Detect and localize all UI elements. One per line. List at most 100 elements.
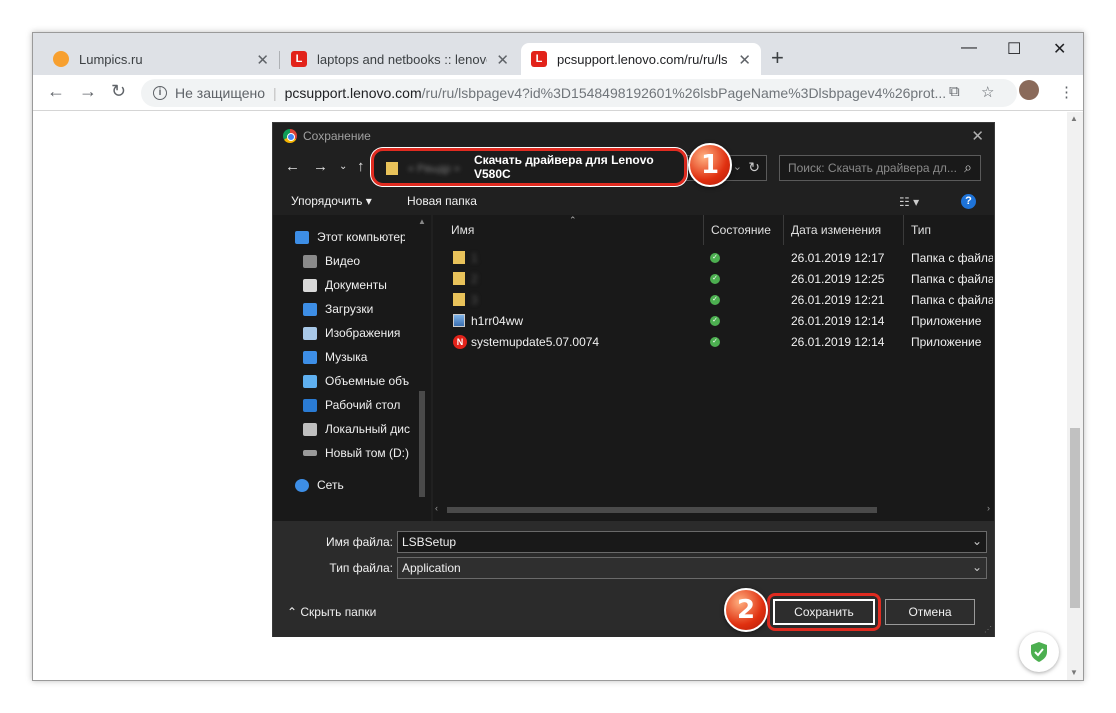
nav-scrollbar-thumb[interactable]: [419, 391, 425, 497]
up-arrow-icon[interactable]: ↑: [357, 158, 365, 175]
nav-item-video[interactable]: Видео: [303, 251, 413, 271]
column-divider[interactable]: [703, 215, 704, 245]
folder-icon: [386, 162, 398, 175]
nav-item-downloads[interactable]: Загрузки: [303, 299, 413, 319]
column-divider[interactable]: [903, 215, 904, 245]
nav-item-label: Сеть: [317, 478, 344, 492]
desktop-icon: [303, 398, 317, 412]
bookmark-star-icon[interactable]: ☆: [981, 83, 994, 101]
breadcrumb-highlight: « Рвыдр » Скачать драйвера для Lenovo V5…: [371, 148, 687, 186]
profile-avatar[interactable]: [1019, 80, 1039, 100]
new-folder-button[interactable]: Новая папка: [407, 194, 477, 208]
dialog-close-icon[interactable]: ✕: [971, 127, 984, 145]
scroll-left-icon[interactable]: ‹: [435, 503, 438, 513]
scroll-up-icon[interactable]: ▲: [418, 217, 426, 226]
organize-button[interactable]: Упорядочить ▾: [291, 194, 372, 208]
tab-close-icon[interactable]: ✕: [256, 51, 269, 69]
cancel-button[interactable]: Отмена: [885, 599, 975, 625]
scroll-down-icon[interactable]: ▼: [1070, 668, 1078, 677]
translate-icon[interactable]: ⧉: [949, 83, 960, 100]
close-window-button[interactable]: ✕: [1053, 39, 1066, 59]
menu-kebab-icon[interactable]: ⋮: [1059, 83, 1074, 101]
forward-arrow-icon[interactable]: →: [313, 158, 328, 175]
page-scrollbar[interactable]: ▲ ▼: [1067, 112, 1083, 680]
nav-item-this-pc[interactable]: Этот компьютер: [295, 227, 405, 247]
column-header-date[interactable]: Дата изменения: [791, 215, 881, 245]
dialog-title: Сохранение: [303, 129, 371, 143]
music-icon: [303, 350, 317, 364]
resize-grip-icon[interactable]: ⋰: [984, 625, 992, 634]
new-tab-button[interactable]: +: [771, 47, 784, 69]
dialog-titlebar: Сохранение: [273, 123, 994, 149]
tab-lenovo-laptops[interactable]: L laptops and netbooks :: lenovo v ✕: [281, 43, 519, 75]
column-header-name[interactable]: Имя: [451, 215, 474, 245]
filename-input[interactable]: LSBSetup ⌄: [397, 531, 987, 553]
file-row[interactable]: N systemupdate5.07.0074 ✓ 26.01.2019 12:…: [433, 331, 994, 352]
nav-item-label: Музыка: [325, 350, 368, 364]
video-icon: [303, 254, 317, 268]
nav-item-label: Загрузки: [325, 302, 374, 316]
recent-locations-icon[interactable]: ⌄: [339, 161, 347, 172]
minimize-button[interactable]: —: [961, 39, 977, 57]
column-header-type[interactable]: Тип: [911, 215, 931, 245]
nav-item-desktop[interactable]: Рабочий стол: [303, 395, 413, 415]
nav-item-drive-d[interactable]: Новый том (D:): [303, 443, 413, 463]
file-row[interactable]: h1rr04ww ✓ 26.01.2019 12:14 Приложение: [433, 310, 994, 331]
nav-item-music[interactable]: Музыка: [303, 347, 413, 367]
filename-value: LSBSetup: [402, 535, 457, 549]
nav-item-local-disk[interactable]: Локальный дис: [303, 419, 413, 439]
view-options-icon[interactable]: ☷ ▾: [899, 195, 919, 209]
help-icon[interactable]: ?: [961, 194, 976, 209]
breadcrumb-current-folder[interactable]: Скачать драйвера для Lenovo V580C: [474, 153, 684, 181]
filetype-select[interactable]: Application ⌄: [397, 557, 987, 579]
file-row[interactable]: 1 ✓ 26.01.2019 12:17 Папка с файла: [433, 247, 994, 268]
hide-folders-label: Скрыть папки: [300, 605, 377, 619]
folder-icon: [453, 251, 465, 264]
breadcrumb-dropdown-icon[interactable]: ⌄: [733, 160, 742, 173]
local-disk-icon: [303, 422, 317, 436]
step-badge-2: 2: [724, 588, 768, 632]
back-arrow-icon[interactable]: ←: [285, 158, 300, 175]
tab-close-icon[interactable]: ✕: [496, 51, 509, 69]
search-input[interactable]: Поиск: Скачать драйвера дл... ⌕: [779, 155, 981, 181]
scroll-up-icon[interactable]: ▲: [1070, 114, 1078, 123]
security-shield-button[interactable]: [1019, 632, 1059, 672]
back-arrow-icon[interactable]: ←: [47, 81, 65, 102]
refresh-icon[interactable]: ↻: [748, 159, 760, 176]
tab-pcsupport[interactable]: L pcsupport.lenovo.com/ru/ru/lsbp ✕: [521, 43, 761, 75]
nav-item-pictures[interactable]: Изображения: [303, 323, 413, 343]
dialog-command-bar: Упорядочить ▾ Новая папка ☷ ▾ ?: [273, 187, 994, 215]
file-list-hscrollbar[interactable]: ‹ ›: [433, 503, 994, 517]
chevron-up-icon: ⌃: [287, 605, 301, 619]
reload-icon[interactable]: ↻: [111, 81, 126, 102]
save-button[interactable]: Сохранить: [773, 599, 875, 625]
page-scrollbar-thumb[interactable]: [1070, 428, 1080, 608]
file-name: h1rr04ww: [471, 314, 524, 328]
tab-label: pcsupport.lenovo.com/ru/ru/lsbp: [557, 51, 727, 67]
nav-item-documents[interactable]: Документы: [303, 275, 413, 295]
chevron-down-icon[interactable]: ⌄: [972, 560, 982, 574]
hscrollbar-thumb[interactable]: [447, 507, 877, 513]
tab-label: Lumpics.ru: [79, 51, 143, 67]
scroll-right-icon[interactable]: ›: [987, 503, 990, 513]
downloads-icon: [303, 302, 317, 316]
tab-lumpics[interactable]: Lumpics.ru ✕: [43, 43, 279, 75]
address-divider: |: [273, 85, 277, 101]
shield-check-icon: [1031, 642, 1047, 662]
info-icon[interactable]: i: [153, 86, 167, 100]
column-header-status[interactable]: Состояние: [711, 215, 771, 245]
forward-arrow-icon[interactable]: →: [79, 81, 97, 102]
nav-item-network[interactable]: Сеть: [295, 475, 405, 495]
file-name: 2: [471, 272, 478, 286]
maximize-button[interactable]: ☐: [1007, 39, 1021, 59]
hide-folders-button[interactable]: ⌃ Скрыть папки: [287, 605, 376, 619]
lenovo-favicon-icon: L: [291, 51, 307, 67]
nav-item-3d-objects[interactable]: Объемные объ: [303, 371, 413, 391]
address-bar[interactable]: i Не защищено | pcsupport.lenovo.com/ru/…: [141, 79, 1017, 107]
tab-close-icon[interactable]: ✕: [738, 51, 751, 69]
file-row[interactable]: 3 ✓ 26.01.2019 12:21 Папка с файла: [433, 289, 994, 310]
column-divider[interactable]: [783, 215, 784, 245]
url-path: /ru/ru/lsbpagev4?id%3D1548498192601%26ls…: [421, 85, 947, 101]
chevron-down-icon[interactable]: ⌄: [972, 534, 982, 548]
file-row[interactable]: 2 ✓ 26.01.2019 12:25 Папка с файла: [433, 268, 994, 289]
